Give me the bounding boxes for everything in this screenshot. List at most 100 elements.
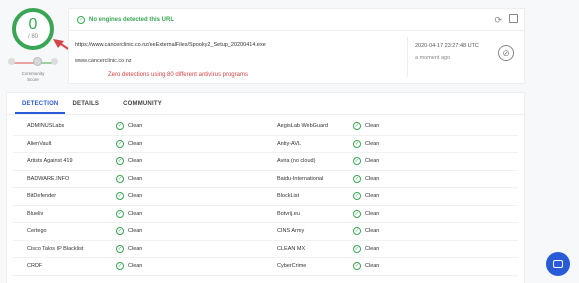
- tab-bar: DETECTION DETAILS COMMUNITY: [7, 93, 524, 115]
- check-circle-icon: ✓: [116, 192, 124, 201]
- engine-result: ✓ Clean: [353, 122, 514, 131]
- engine-result: ✓ Clean: [353, 227, 514, 236]
- engine-name: Artists Against 419: [27, 158, 73, 165]
- engine-name: Baidu-International: [277, 175, 324, 182]
- engine-name: Certego: [27, 228, 47, 235]
- check-circle-icon: ✓: [353, 122, 361, 131]
- result-label: Clean: [365, 228, 380, 235]
- chat-bubble-icon: [553, 260, 563, 268]
- result-label: Clean: [365, 263, 380, 270]
- result-label: Clean: [128, 228, 143, 235]
- engine-name: Antiy-AVL: [277, 140, 302, 147]
- result-label: Clean: [365, 245, 380, 252]
- scan-relative-time: a moment ago: [415, 55, 451, 61]
- check-circle-icon: ✓: [116, 157, 124, 166]
- detection-score-ring: 0 / 80: [12, 8, 54, 50]
- check-circle-icon: ✓: [116, 209, 124, 218]
- engine-result: ✓ Clean: [353, 209, 514, 218]
- engine-result: ✓ Clean: [116, 122, 277, 131]
- result-label: Clean: [128, 123, 143, 130]
- check-circle-icon: ✓: [353, 157, 361, 166]
- check-circle-icon: ✓: [116, 174, 124, 183]
- table-row: CRDF ✓ Clean CyberCrime ✓ Clean: [13, 258, 518, 276]
- engine-name: Cisco Talos IP Blacklist: [27, 245, 84, 252]
- summary-status-bar: ✓ No engines detected this URL: [69, 9, 524, 31]
- engine-name: BlockList: [277, 193, 300, 200]
- table-row: Blueliv ✓ Clean Botvrij.eu ✓ Clean: [13, 206, 518, 223]
- engine-name: AlienVault: [27, 140, 52, 147]
- engine-result: ✓ Clean: [116, 139, 277, 148]
- engine-name: ADMINUSLabs: [27, 123, 65, 130]
- scanned-url: https://www.cancerclinic.co.nz/eeExterna…: [75, 42, 266, 48]
- engine-result: ✓ Clean: [353, 244, 514, 253]
- engine-name: BADWARE.INFO: [27, 175, 70, 182]
- table-row: Certego ✓ Clean CINS Army ✓ Clean: [13, 223, 518, 241]
- score-value: 0: [28, 16, 38, 33]
- engine-name: CINS Army: [277, 228, 305, 235]
- engine-result: ✓ Clean: [353, 262, 514, 271]
- engine-result: ✓ Clean: [116, 192, 277, 201]
- engine-name: CRDF: [27, 263, 43, 270]
- table-row: Cisco Talos IP Blacklist ✓ Clean CLEAN MX ✓ C…: [13, 241, 518, 258]
- check-circle-icon: ✓: [353, 139, 361, 148]
- result-label: Clean: [365, 140, 380, 147]
- engine-result: ✓ Clean: [116, 227, 277, 236]
- table-row: BitDefender ✓ Clean BlockList ✓ Clean: [13, 188, 518, 206]
- refresh-icon[interactable]: ⟳: [494, 15, 502, 26]
- community-score-knob: [33, 57, 42, 66]
- result-label: Clean: [365, 210, 380, 217]
- check-circle-icon: ✓: [353, 192, 361, 201]
- result-label: Clean: [128, 175, 143, 182]
- detection-table: ADMINUSLabs ✓ Clean AegisLab WebGuard ✓ Clean…: [7, 115, 524, 276]
- check-circle-icon: ✓: [116, 244, 124, 253]
- engine-name: CLEAN MX: [277, 245, 306, 252]
- tab-detection[interactable]: DETECTION: [15, 93, 66, 114]
- tab-details[interactable]: DETAILS: [65, 93, 106, 114]
- engine-result: ✓ Clean: [353, 174, 514, 183]
- chat-button[interactable]: [546, 252, 570, 276]
- result-label: Clean: [128, 263, 143, 270]
- engine-result: ✓ Clean: [116, 244, 277, 253]
- summary-status-text: No engines detected this URL: [89, 16, 175, 23]
- score-total: / 80: [27, 34, 38, 40]
- result-label: Clean: [365, 193, 380, 200]
- engine-result: ✓ Clean: [353, 157, 514, 166]
- table-row: AlienVault ✓ Clean Antiy-AVL ✓ Clean: [13, 136, 518, 153]
- result-label: Clean: [365, 123, 380, 130]
- result-label: Clean: [128, 193, 143, 200]
- check-circle-icon: ✓: [116, 227, 124, 236]
- engine-name: AegisLab WebGuard: [277, 123, 328, 130]
- table-row: Artists Against 419 ✓ Clean Avira (no cloud…: [13, 153, 518, 171]
- engine-name: Avira (no cloud): [277, 158, 316, 165]
- check-circle-icon: ✓: [116, 139, 124, 148]
- engine-name: Blueliv: [27, 210, 44, 217]
- check-circle-icon: ✓: [353, 262, 361, 271]
- engine-name: CyberCrime: [277, 263, 307, 270]
- table-row: BADWARE.INFO ✓ Clean Baidu-International ✓ Cl…: [13, 171, 518, 188]
- scan-date: 2020-04-17 23:27:48 UTC: [415, 43, 479, 49]
- summary-divider: [407, 37, 408, 77]
- check-circle-icon: ✓: [116, 262, 124, 271]
- result-label: Clean: [365, 175, 380, 182]
- community-negative-dot: [8, 58, 15, 65]
- table-row: ADMINUSLabs ✓ Clean AegisLab WebGuard ✓ Clean: [13, 118, 518, 136]
- result-label: Clean: [128, 140, 143, 147]
- engine-result: ✓ Clean: [353, 192, 514, 201]
- result-label: Clean: [128, 210, 143, 217]
- expand-icon[interactable]: [509, 14, 518, 23]
- engine-result: ✓ Clean: [116, 174, 277, 183]
- engine-name: BitDefender: [27, 193, 57, 200]
- check-circle-icon: ✓: [77, 15, 85, 24]
- annotation-text: Zero detections using 80 different antiv…: [108, 72, 248, 78]
- result-label: Clean: [128, 158, 143, 165]
- engine-name: Botvrij.eu: [277, 210, 300, 217]
- tab-community[interactable]: COMMUNITY: [116, 93, 169, 114]
- scanned-host: www.cancerclinic.co.nz: [75, 58, 132, 64]
- check-circle-icon: ✓: [116, 122, 124, 131]
- check-circle-icon: ✓: [353, 227, 361, 236]
- engine-result: ✓ Clean: [116, 157, 277, 166]
- check-circle-icon: ✓: [353, 174, 361, 183]
- engine-result: ✓ Clean: [116, 262, 277, 271]
- result-label: Clean: [128, 245, 143, 252]
- detection-card: DETECTION DETAILS COMMUNITY ADMINUSLabs ✓…: [6, 92, 525, 283]
